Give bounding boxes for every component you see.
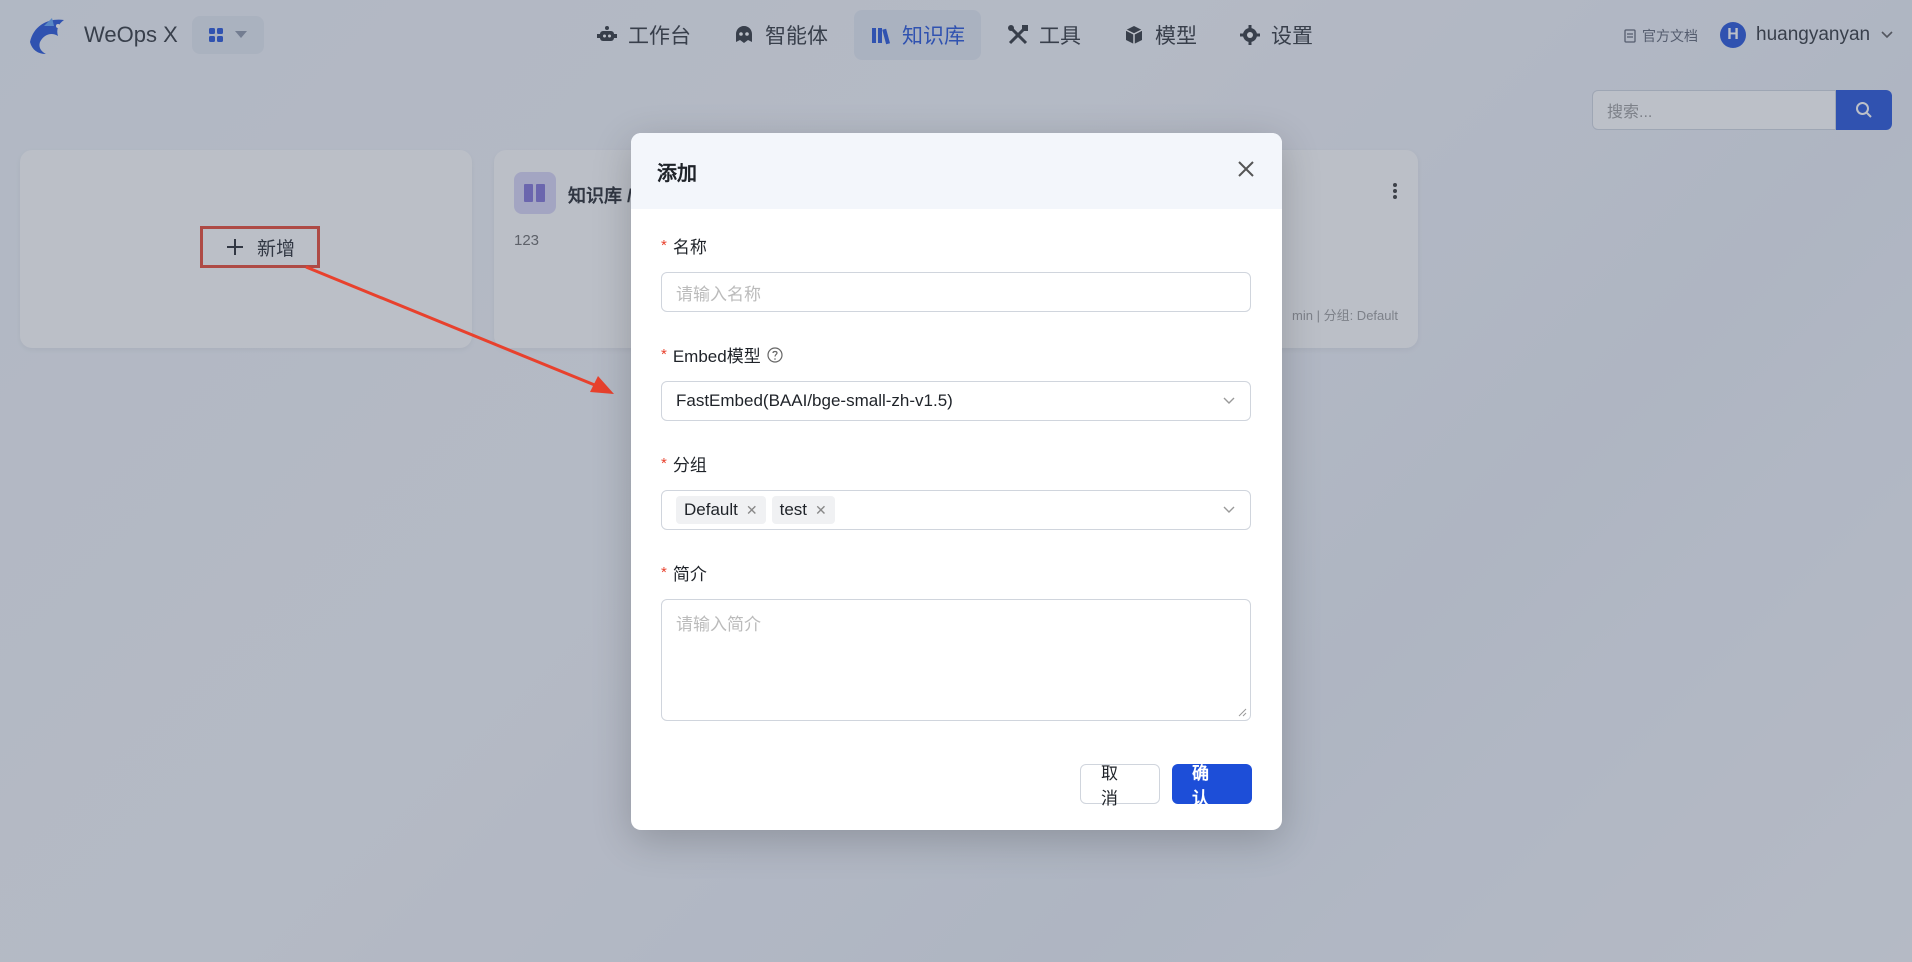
group-select[interactable]: Default ✕ test ✕ [661, 490, 1251, 530]
label-text: 简介 [672, 565, 707, 584]
field-label: * 名称 [661, 233, 1251, 258]
add-form: * 名称 请输入名称 * Embed模型 FastEmbed(BAAI/bge-… [661, 233, 1251, 751]
name-placeholder: 请输入名称 [676, 284, 761, 304]
required-mark: * [661, 455, 667, 472]
add-dialog: 添加 * 名称 请输入名称 * Embed模型 FastEmbed(BAAI/b… [631, 133, 1282, 830]
group-tag: Default ✕ [676, 496, 766, 524]
close-icon[interactable] [1234, 157, 1258, 181]
group-tag: test ✕ [771, 496, 835, 524]
tag-label: Default [684, 500, 738, 519]
embed-model-select[interactable]: FastEmbed(BAAI/bge-small-zh-v1.5) [661, 381, 1251, 421]
field-intro: * 简介 请输入简介 [661, 560, 1251, 721]
chevron-down-icon [1223, 397, 1235, 404]
resize-handle-icon[interactable] [1238, 708, 1247, 717]
intro-placeholder: 请输入简介 [676, 615, 761, 634]
help-icon[interactable] [767, 346, 783, 363]
tag-label: test [779, 500, 808, 519]
field-label: * Embed模型 [661, 342, 1251, 367]
field-label: * 分组 [661, 451, 1251, 476]
embed-model-value: FastEmbed(BAAI/bge-small-zh-v1.5) [676, 391, 953, 410]
field-name: * 名称 请输入名称 [661, 233, 1251, 312]
label-text: 名称 [672, 238, 707, 257]
label-text: 分组 [672, 456, 707, 475]
group-tags: Default ✕ test ✕ [676, 496, 835, 524]
confirm-button[interactable]: 确 认 [1172, 764, 1252, 808]
field-group: * 分组 Default ✕ test ✕ [661, 451, 1251, 530]
required-mark: * [661, 564, 667, 581]
field-embed: * Embed模型 FastEmbed(BAAI/bge-small-zh-v1… [661, 342, 1251, 421]
label-text: Embed模型 [672, 347, 761, 366]
required-mark: * [661, 346, 667, 363]
dialog-title: 添加 [657, 162, 697, 185]
intro-textarea[interactable]: 请输入简介 [661, 599, 1251, 721]
required-mark: * [661, 237, 667, 254]
dialog-header: 添加 [631, 133, 1282, 209]
dialog-footer: 取 消 确 认 [1080, 764, 1252, 808]
tag-close-icon[interactable]: ✕ [746, 502, 758, 519]
name-input[interactable]: 请输入名称 [661, 272, 1251, 312]
field-label: * 简介 [661, 560, 1251, 585]
cancel-button[interactable]: 取 消 [1080, 764, 1160, 808]
chevron-down-icon [1223, 506, 1235, 513]
tag-close-icon[interactable]: ✕ [815, 502, 827, 519]
